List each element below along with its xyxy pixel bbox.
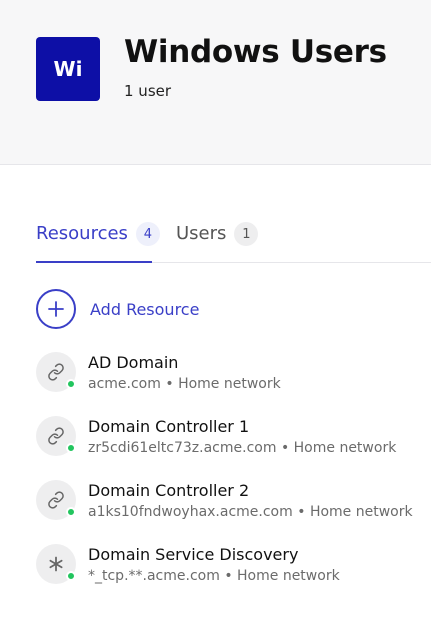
resource-address: acme.com <box>88 376 161 392</box>
page-title: Windows Users <box>124 34 387 70</box>
tab-users-count-badge: 1 <box>234 222 259 246</box>
meta-separator: • <box>297 504 306 520</box>
resource-name: Domain Controller 2 <box>88 481 250 500</box>
resource-network: Home network <box>237 568 340 584</box>
group-header: Wi Windows Users 1 user <box>0 0 431 165</box>
tab-resources-label: Resources <box>36 223 128 244</box>
resource-name: Domain Controller 1 <box>88 417 250 436</box>
tab-users[interactable]: Users 1 <box>176 220 259 261</box>
resource-list: AD Domain acme.com • Home network Domain… <box>36 352 431 608</box>
meta-separator: • <box>280 440 290 456</box>
tab-users-label: Users <box>176 223 227 244</box>
add-resource-button[interactable]: Add Resource <box>36 289 199 329</box>
tab-resources[interactable]: Resources 4 <box>36 220 160 263</box>
group-avatar: Wi <box>36 37 100 101</box>
resource-name: Domain Service Discovery <box>88 545 299 564</box>
resource-address: a1ks10fndwoyhax.acme.com <box>88 504 293 520</box>
user-count: 1 user <box>124 82 172 100</box>
status-online-indicator <box>66 571 76 581</box>
plus-icon <box>36 289 76 329</box>
add-resource-label: Add Resource <box>90 299 200 319</box>
resource-meta: acme.com • Home network <box>88 376 281 392</box>
resource-address: *_tcp.**.acme.com <box>88 568 220 584</box>
resource-item-domain-controller-1[interactable]: Domain Controller 1 zr5cdi61eltc73z.acme… <box>36 416 431 480</box>
meta-separator: • <box>165 376 174 392</box>
resource-item-ad-domain[interactable]: AD Domain acme.com • Home network <box>36 352 431 416</box>
resource-meta: zr5cdi61eltc73z.acme.com • Home network <box>88 440 396 456</box>
resource-network: Home network <box>178 376 281 392</box>
resource-address: zr5cdi61eltc73z.acme.com <box>88 440 277 456</box>
resource-item-domain-service-discovery[interactable]: Domain Service Discovery *_tcp.**.acme.c… <box>36 544 431 608</box>
resource-name: AD Domain <box>88 353 179 372</box>
resource-meta: *_tcp.**.acme.com • Home network <box>88 568 340 584</box>
tab-bar: Resources 4 Users 1 <box>36 220 431 263</box>
status-online-indicator <box>66 379 76 389</box>
meta-separator: • <box>224 568 233 584</box>
resource-meta: a1ks10fndwoyhax.acme.com • Home network <box>88 504 413 520</box>
tab-resources-count-badge: 4 <box>135 222 160 246</box>
resource-network: Home network <box>293 440 397 456</box>
status-online-indicator <box>66 443 76 453</box>
resource-item-domain-controller-2[interactable]: Domain Controller 2 a1ks10fndwoyhax.acme… <box>36 480 431 544</box>
status-online-indicator <box>66 507 76 517</box>
resource-network: Home network <box>309 504 413 520</box>
